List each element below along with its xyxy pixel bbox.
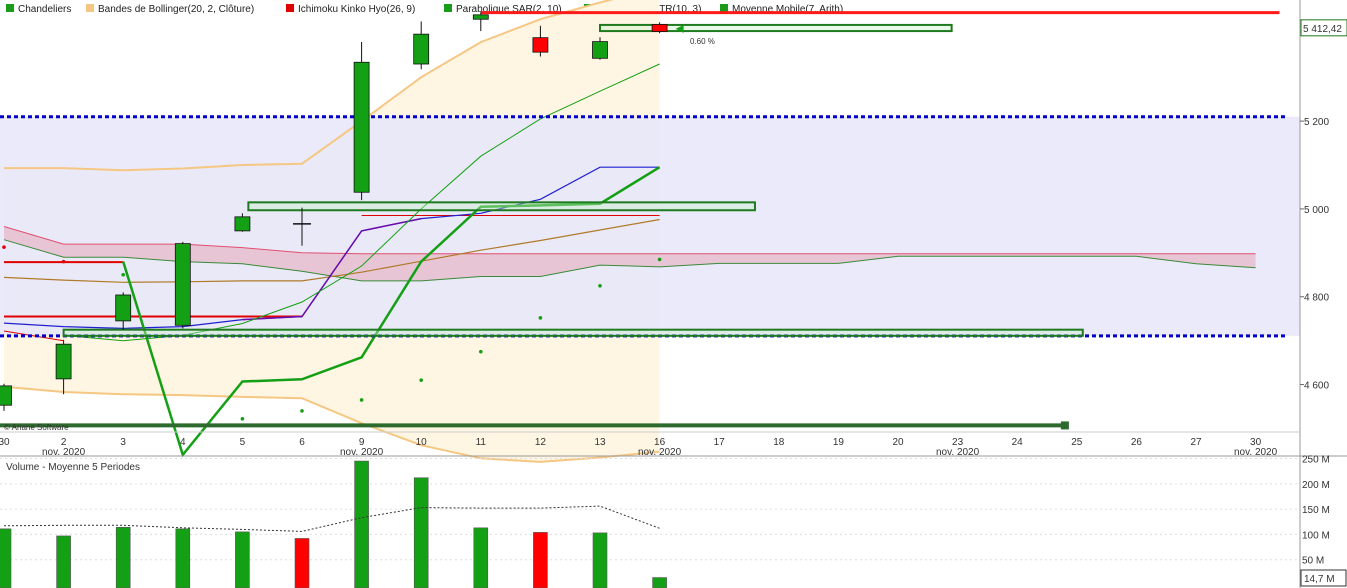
candle-body [115,294,132,322]
date-tick-day: 11 [476,437,487,448]
psar-dot [359,398,364,402]
volume-tick-label: 50 M [1302,556,1324,567]
candle-body [472,14,489,20]
candle-body [532,37,549,53]
date-tick-day: 10 [416,437,428,448]
volume-bar [652,577,667,588]
price-tick-label: 5 000 [1304,205,1329,216]
date-tick-day: 27 [1190,437,1202,448]
psar-dot [419,378,424,382]
date-axis: 30 2nov. 20203 4 5 6 9nov. 202010 11 12 13 16nov.… [0,431,1347,458]
psar-dot [240,417,245,421]
trading-chart: Chandeliers Bandes de Bollinger(20, 2, Cl… [0,0,1347,588]
candle-body [0,385,12,406]
volume-tick-label: 200 M [1302,480,1330,491]
date-tick-day: 6 [299,437,305,448]
date-tick-day: 3 [120,437,126,448]
date-tick-month: nov. 2020 [936,447,980,458]
candle-body [174,243,191,326]
date-tick-month: nov. 2020 [1234,447,1278,458]
date-tick-month: nov. 2020 [42,447,86,458]
zone-mid [247,201,756,212]
volume-moving-average [3,505,660,532]
price-tick-label: 4 600 [1304,381,1329,392]
date-tick-day: 19 [833,437,845,448]
volume-tick-label: 150 M [1302,505,1330,516]
candle-body [234,216,251,232]
volume-bar [294,538,310,588]
psar-dot [300,409,304,413]
support-end-marker [1060,421,1069,430]
date-tick-day: 4 [180,437,186,448]
zone-band [0,116,1300,336]
legend-label: Bandes de Bollinger(20, 2, Clôture) [98,4,254,15]
psar-dot [538,316,543,320]
volume-axis: 250 M 200 M 150 M 100 M 50 M 14,7 M [1299,455,1347,588]
legend-swatch [444,4,452,12]
date-tick-day: 26 [1131,437,1143,448]
price-tick-label: 5 200 [1304,117,1329,128]
volume-bar [354,460,369,588]
date-tick-day: 30 [0,437,10,448]
candle-body [55,343,72,380]
date-tick-day: 18 [773,437,785,448]
psar-dot [2,245,6,249]
volume-bar [413,477,429,588]
volume-bar [592,532,608,588]
last-price-label: 5 412,42 [1303,24,1342,35]
volume-bar [533,532,548,588]
last-candle-percent-note: 0.60 % [690,37,715,46]
volume-bar [175,528,191,588]
date-tick-day: 24 [1012,437,1024,448]
volume-tick-label: 100 M [1302,530,1330,541]
date-tick-day: 20 [892,437,904,448]
candle-body [651,24,668,32]
volume-bar [115,527,131,588]
indigo-zone [0,116,1300,336]
date-tick-day: 13 [594,437,606,448]
psar-dot [657,257,662,262]
date-tick-month: nov. 2020 [638,447,682,458]
psar-dot [598,283,602,288]
volume-tick-label: 250 M [1302,455,1330,466]
candle-body [413,33,430,65]
date-tick-day: 12 [535,437,547,448]
last-volume-label: 14,7 M [1304,574,1335,585]
copyright-text: © Ariane Software [4,423,69,432]
legend-label: Ichimoku Kinko Hyo(26, 9) [298,4,415,15]
candle-body [592,41,608,59]
price-panel: 4 600 4 800 5 000 5 200 5 412,42 [0,0,1347,463]
price-tick-label: 4 800 [1304,293,1329,304]
volume-bars [0,460,667,588]
legend-swatch [6,4,14,12]
legend-swatch [286,4,294,12]
volume-bar [56,535,71,588]
zone-low [62,328,1084,337]
volume-panel: Volume - Moyenne 5 Periodes 250 M 200 M 15… [0,455,1347,588]
volume-ma-line [3,505,660,532]
volume-bar [473,527,489,588]
legend-swatch [86,4,94,12]
legend-label: Chandeliers [18,4,71,15]
volume-bar [0,528,12,588]
psar-dot [479,349,483,354]
date-tick-month: nov. 2020 [340,447,384,458]
date-tick-day: 25 [1071,437,1083,448]
psar-dot [61,259,66,264]
date-tick-day: 17 [714,437,726,448]
psar-dot [121,272,125,277]
legend-swatch [720,4,728,12]
volume-title: Volume - Moyenne 5 Periodes [6,462,140,473]
date-tick-day: 5 [240,437,246,448]
candle-body [353,61,370,193]
volume-bar [235,531,250,588]
